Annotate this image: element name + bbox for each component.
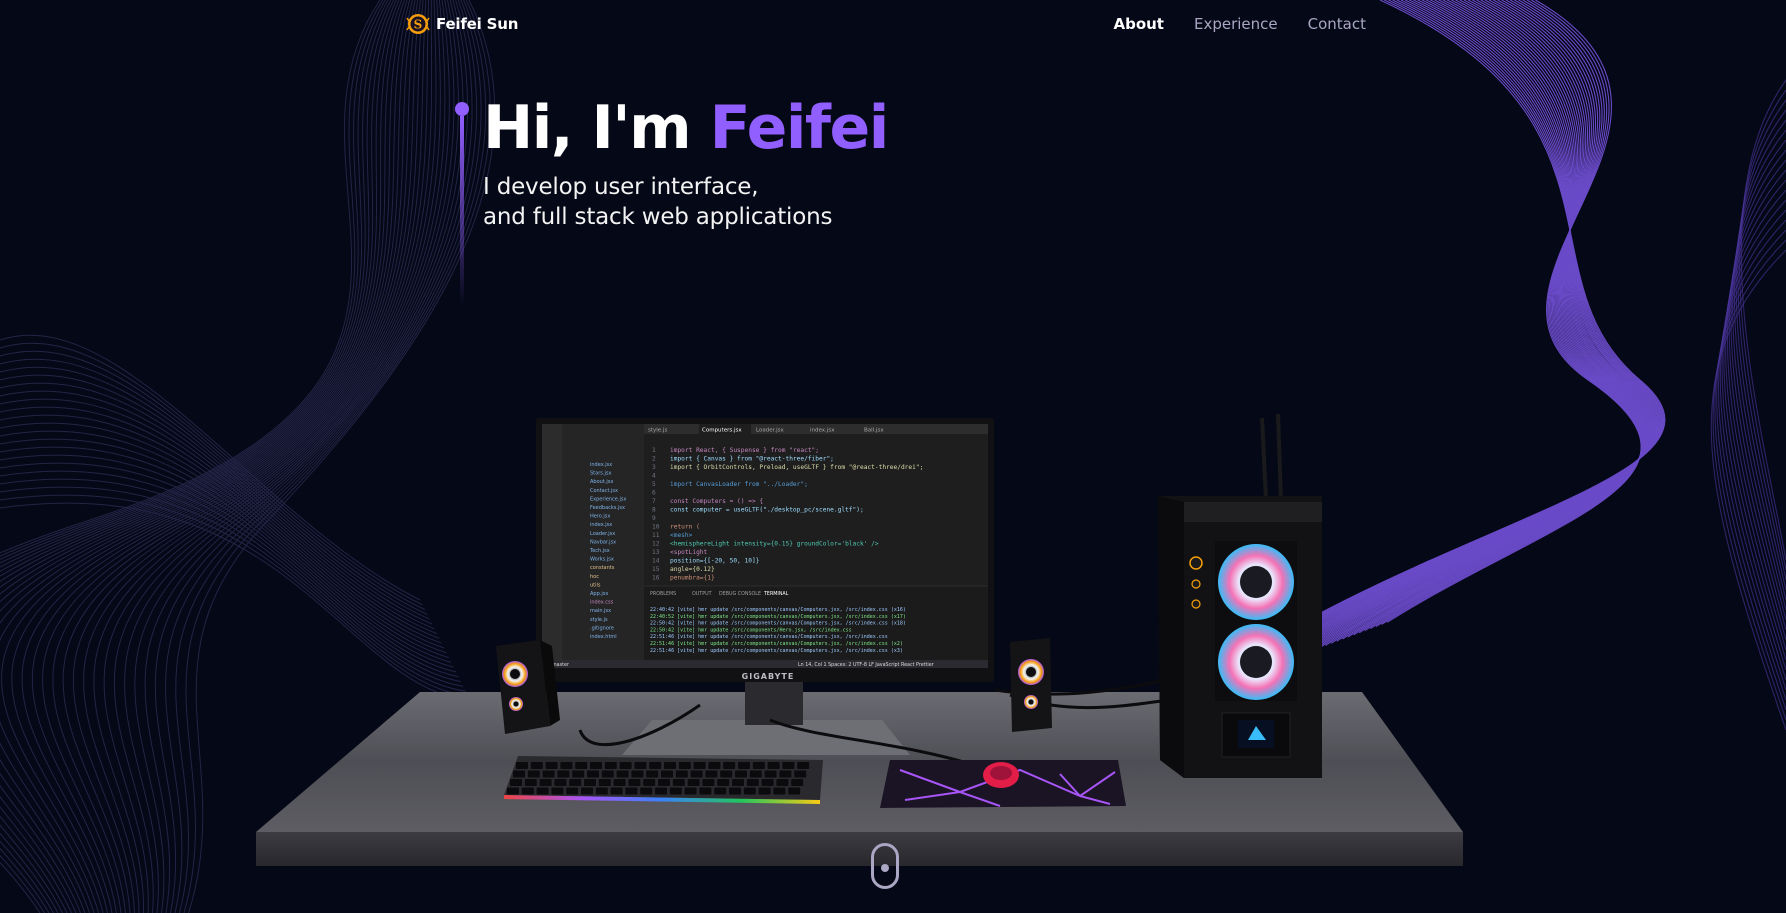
pc-tower xyxy=(1158,413,1322,778)
svg-text:6: 6 xyxy=(652,490,656,497)
code-line: import { Canvas } from "@react-three/fib… xyxy=(670,456,834,463)
svg-text:13: 13 xyxy=(652,549,660,556)
explorer-file: main.jsx xyxy=(590,608,611,614)
svg-text:3: 3 xyxy=(652,464,656,471)
svg-text:11: 11 xyxy=(652,532,660,539)
code-line: const computer = useGLTF("./desktop_pc/s… xyxy=(670,507,864,514)
svg-text:15: 15 xyxy=(652,566,660,573)
speaker-right xyxy=(1010,638,1052,732)
explorer-file: index.jsx xyxy=(590,462,612,468)
explorer-file: Experience.jsx xyxy=(590,496,626,502)
explorer-file: Works.jsx xyxy=(590,557,614,563)
explorer-file: Hero.jsx xyxy=(590,514,610,520)
code-line: return ( xyxy=(670,524,700,531)
svg-text:1: 1 xyxy=(652,447,656,454)
status-left: master xyxy=(552,662,569,668)
svg-text:2: 2 xyxy=(652,456,656,463)
mousepad xyxy=(880,760,1126,808)
editor-tab: style.js xyxy=(648,428,667,434)
svg-text:16: 16 xyxy=(652,575,660,582)
svg-text:8: 8 xyxy=(652,507,656,514)
editor-tab: Ball.jsx xyxy=(864,428,884,434)
explorer-file: Loader.jsx xyxy=(590,531,615,537)
explorer-file: style.js xyxy=(590,617,608,623)
monitor-stand-neck xyxy=(745,675,803,725)
terminal-line: 22:50:42 [vite] hmr update /src/componen… xyxy=(650,621,906,627)
svg-text:10: 10 xyxy=(652,524,660,531)
explorer-file: Feedbacks.jsx xyxy=(590,505,625,511)
speaker-left xyxy=(496,640,560,734)
explorer-file: index.jsx xyxy=(590,522,612,528)
panel-tab: DEBUG CONSOLE xyxy=(719,591,761,597)
explorer-file: utils xyxy=(590,582,601,588)
editor-tab: index.jsx xyxy=(810,428,835,434)
svg-text:5: 5 xyxy=(652,481,656,488)
svg-text:7: 7 xyxy=(652,498,656,505)
scroll-ball xyxy=(881,864,889,872)
desk-front xyxy=(256,832,1463,866)
svg-text:9: 9 xyxy=(652,515,656,522)
explorer-file: constants xyxy=(590,565,615,571)
panel-tab: PROBLEMS xyxy=(650,591,676,597)
editor-tab: Loader.jsx xyxy=(756,428,784,434)
explorer-file: .gitignore xyxy=(590,625,614,631)
terminal-line: 22:40:42 [vite] hmr update /src/componen… xyxy=(650,607,906,613)
svg-text:14: 14 xyxy=(652,558,660,565)
explorer-file: Stars.jsx xyxy=(590,471,611,477)
code-line: penumbra={1} xyxy=(670,575,715,582)
svg-text:12: 12 xyxy=(652,541,660,548)
panel-tab: OUTPUT xyxy=(692,591,712,597)
explorer-file: App.jsx xyxy=(590,591,608,597)
panel-tab: TERMINAL xyxy=(763,591,789,597)
code-line: angle={0.12} xyxy=(670,566,715,573)
terminal-line: 22:51:46 [vite] hmr update /src/componen… xyxy=(650,648,903,654)
scroll-mouse-icon[interactable] xyxy=(871,843,899,889)
editor-tab: Computers.jsx xyxy=(702,428,742,434)
terminal-line: 22:40:52 [vite] hmr update /src/componen… xyxy=(650,614,906,620)
code-line: <spotLight xyxy=(670,549,708,556)
svg-text:4: 4 xyxy=(652,473,656,480)
explorer-file: Contact.jsx xyxy=(590,488,618,494)
monitor-brand: GIGABYTE xyxy=(742,672,795,681)
explorer-file: About.jsx xyxy=(590,479,613,485)
status-right: Ln 14, Col 1 Spaces: 2 UTF-8 LF JavaScri… xyxy=(798,662,934,668)
code-line: import React, { Suspense } from "react"; xyxy=(670,447,819,454)
terminal-line: 22:50:42 [vite] hmr update /src/componen… xyxy=(650,627,852,633)
code-line: <mesh> xyxy=(670,532,693,539)
terminal-line: 22:51:46 [vite] hmr update /src/componen… xyxy=(650,634,888,640)
explorer-file: Tech.jsx xyxy=(589,548,610,554)
explorer-file: index.css xyxy=(590,600,614,606)
explorer-file: Navbar.jsx xyxy=(590,539,616,545)
code-line: <hemisphereLight intensity={0.15} ground… xyxy=(670,541,879,548)
code-line: import CanvasLoader from "../Loader"; xyxy=(670,481,808,488)
terminal-line: 22:51:46 [vite] hmr update /src/componen… xyxy=(650,641,903,647)
code-line: import { OrbitControls, Preload, useGLTF… xyxy=(670,464,923,471)
explorer-file: hoc xyxy=(590,574,599,580)
code-line: position={[-20, 50, 10]} xyxy=(670,558,760,565)
explorer-file: index.html xyxy=(590,634,617,640)
desk-pc-3d-scene[interactable]: style.js Computers.jsx Loader.jsx index.jsx… xyxy=(0,0,1786,913)
code-line: const Computers = () => { xyxy=(670,498,763,505)
keyboard xyxy=(504,756,823,804)
